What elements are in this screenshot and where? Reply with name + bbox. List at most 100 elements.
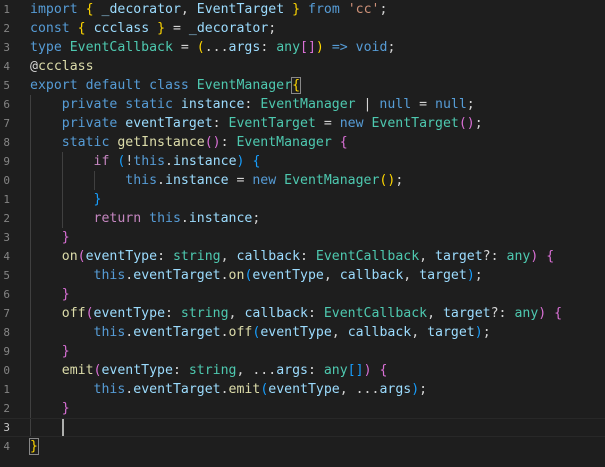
code-line[interactable]: } [30, 285, 70, 304]
code-token: new [252, 173, 277, 188]
code-token: { [379, 363, 388, 378]
code-line[interactable]: this.eventTarget.emit(eventType, ...args… [30, 380, 428, 399]
code-line[interactable]: const { ccclass } = _decorator; [30, 19, 276, 38]
code-token: eventType [93, 306, 166, 321]
code-token: ) [411, 382, 420, 397]
code-token: = [165, 21, 189, 36]
line-number: 2 [3, 212, 10, 225]
code-token: getInstance [117, 135, 205, 150]
code-token: { [77, 21, 86, 36]
code-token: } [61, 287, 70, 302]
code-token: . [220, 325, 229, 340]
code-token: string [172, 249, 221, 264]
code-line[interactable]: return this.instance; [30, 209, 261, 228]
code-token: : [307, 306, 324, 321]
code-token: eventTarget [125, 116, 213, 131]
code-line[interactable]: } [29, 437, 39, 456]
text-cursor [61, 419, 64, 436]
code-token: args [228, 40, 261, 55]
code-token: target [427, 325, 475, 340]
code-line[interactable]: emit(eventType: string, ...args: any[]) … [30, 361, 388, 380]
code-line[interactable]: static getInstance(): EventManager { [30, 133, 348, 152]
code-token: _decorator [188, 21, 269, 36]
code-token: ; [387, 40, 396, 55]
line-number: 1 [3, 383, 10, 396]
code-token: eventType [101, 363, 173, 378]
code-token: = [172, 40, 197, 55]
line-number: 2 [3, 402, 10, 415]
code-token: this [149, 211, 181, 226]
code-token: } [93, 192, 102, 207]
code-line[interactable]: this.eventTarget.off(eventType, callback… [30, 323, 491, 342]
code-line[interactable]: } [30, 228, 70, 247]
code-line[interactable]: } [30, 342, 70, 361]
code-line[interactable]: export default class EventManager{ [30, 76, 302, 95]
code-token: type [30, 40, 62, 55]
code-token: . [165, 154, 173, 169]
code-line[interactable]: on(eventType: string, callback: EventCal… [30, 247, 554, 266]
code-token: { [85, 2, 94, 17]
code-token: } [292, 2, 301, 17]
code-token: this [133, 154, 166, 169]
code-area[interactable]: import { _decorator, EventTarget } from … [0, 0, 605, 467]
code-line[interactable] [0, 418, 605, 437]
code-token: callback [236, 249, 301, 264]
code-token: , ... [236, 363, 277, 378]
code-token: null [435, 97, 467, 112]
code-token: EventManager [236, 135, 332, 150]
code-line[interactable]: } [30, 399, 70, 418]
code-line[interactable]: this.eventTarget.on(eventType, callback,… [30, 266, 483, 285]
code-line[interactable]: private static instance: EventManager | … [30, 95, 475, 114]
code-token: , ... [339, 382, 380, 397]
code-token: } [61, 401, 70, 416]
line-number: 5 [3, 269, 10, 282]
code-token: on [228, 268, 245, 283]
code-token: EventCallback [323, 306, 428, 321]
code-editor[interactable]: 123456789012345678901234 import { _decor… [0, 0, 605, 467]
code-token: ) [466, 268, 475, 283]
code-token: eventType [260, 325, 332, 340]
code-token: = [315, 116, 340, 131]
code-line[interactable]: type EventCallback = (...args: any[]) =>… [30, 38, 395, 57]
code-token: ) [363, 363, 372, 378]
code-line[interactable]: off(eventType: string, callback: EventCa… [30, 304, 562, 323]
code-line[interactable]: this.instance = new EventManager(); [30, 171, 403, 190]
code-token: eventTarget [133, 268, 221, 283]
line-number: 3 [3, 41, 10, 54]
code-token: eventTarget [133, 382, 221, 397]
code-token: private [61, 97, 118, 112]
code-line[interactable]: if (!this.instance) { [30, 152, 261, 171]
code-line[interactable]: import { _decorator, EventTarget } from … [30, 0, 387, 19]
code-token: on [61, 249, 78, 264]
code-token: = [411, 97, 436, 112]
code-token: EventManager [196, 78, 293, 93]
code-line[interactable]: @ccclass [30, 57, 94, 76]
code-token: any [514, 306, 539, 321]
code-token: { [554, 306, 563, 321]
code-token: any [506, 249, 531, 264]
code-token: { [546, 249, 555, 264]
code-line[interactable]: private eventTarget: EventTarget = new E… [30, 114, 483, 133]
code-token: 'cc' [347, 2, 380, 17]
code-token: : [157, 249, 173, 264]
code-token: void [355, 40, 388, 55]
code-token: eventType [268, 382, 340, 397]
code-token: null [379, 97, 412, 112]
code-line[interactable]: } [30, 190, 102, 209]
code-token: emit [61, 363, 94, 378]
code-token: if [93, 154, 110, 169]
